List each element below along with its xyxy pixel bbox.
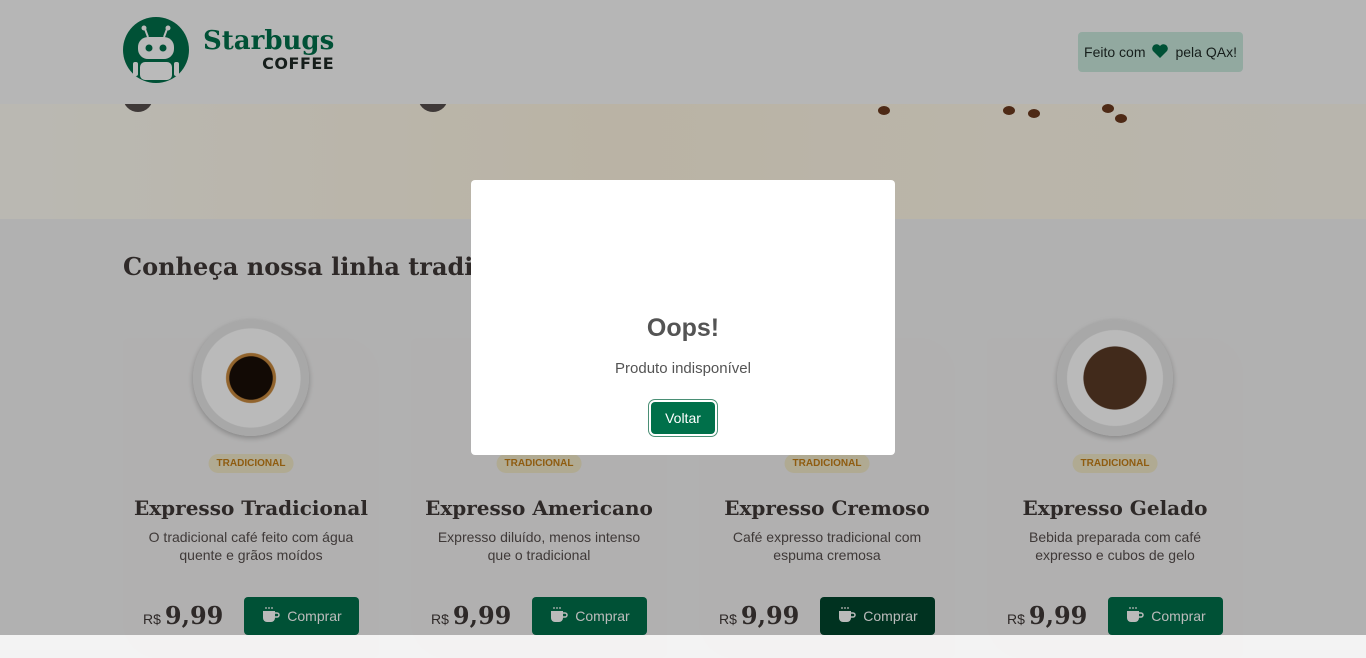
- modal-title: Oops!: [646, 314, 720, 342]
- back-button[interactable]: Voltar: [651, 402, 715, 434]
- modal-message: Produto indisponível: [615, 360, 751, 377]
- error-modal: Oops! Produto indisponível Voltar: [471, 180, 895, 455]
